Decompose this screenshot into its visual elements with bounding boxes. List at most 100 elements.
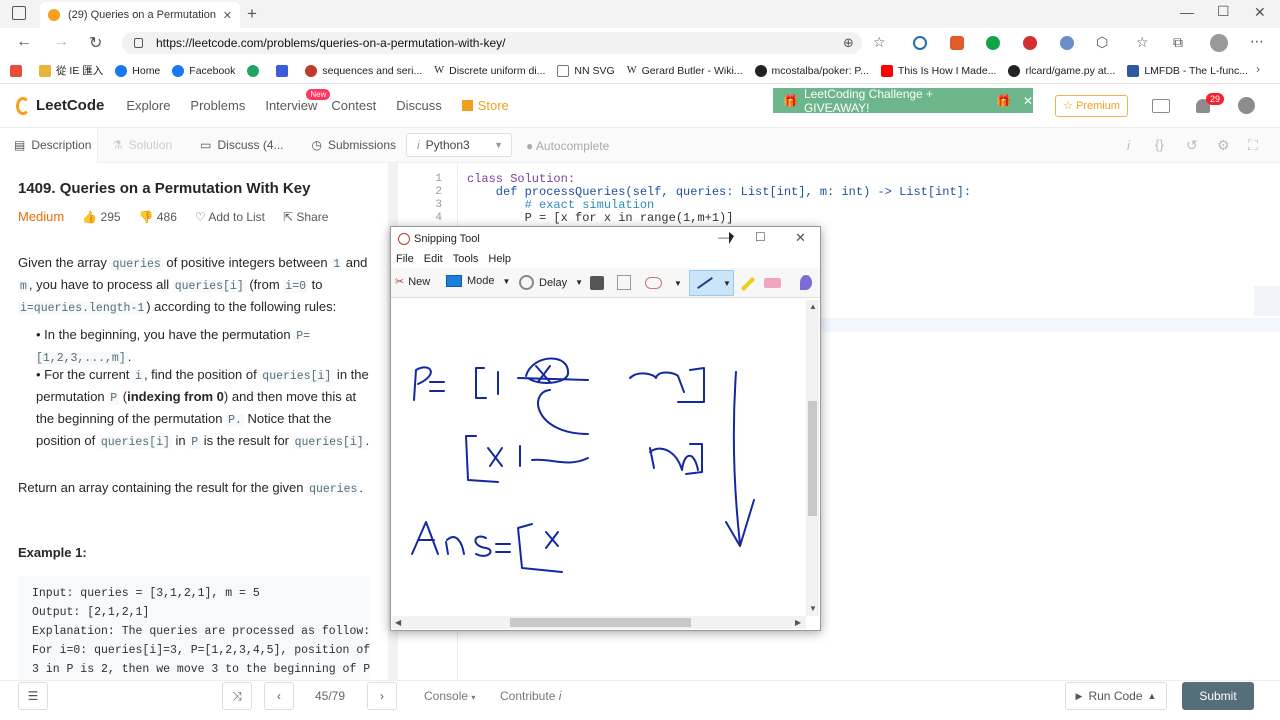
bookmark-item[interactable]: rlcard/game.py at... <box>1008 64 1115 77</box>
bookmarks-overflow-icon[interactable]: › <box>1256 62 1260 76</box>
nav-contest[interactable]: Contest <box>331 98 376 113</box>
next-problem-button[interactable]: › <box>367 682 397 710</box>
code-line[interactable]: P = [x for x in range(1,m+1)] <box>467 211 734 225</box>
leetcode-logo-text[interactable]: LeetCode <box>36 97 104 114</box>
nav-interview[interactable]: Interview New <box>265 89 331 113</box>
extension-icon[interactable] <box>913 36 927 50</box>
tab-actions-icon[interactable] <box>12 6 26 20</box>
reset-icon[interactable]: ↺ <box>1186 137 1198 154</box>
menu-help[interactable]: Help <box>488 253 511 265</box>
horizontal-scroll-thumb[interactable] <box>510 618 691 627</box>
scroll-up-icon[interactable]: ▲ <box>809 302 817 311</box>
close-window-icon[interactable]: ✕ <box>1254 4 1266 21</box>
close-banner-icon[interactable]: ✕ <box>1023 94 1033 108</box>
snip-maximize-icon[interactable]: ☐ <box>755 230 766 244</box>
challenge-banner[interactable]: 🎁 LeetCoding Challenge + GIVEAWAY! 🎁 ✕ <box>773 87 1033 115</box>
extension-icon[interactable] <box>1023 36 1037 50</box>
side-scroll-tab[interactable] <box>1254 286 1280 316</box>
user-avatar[interactable] <box>1238 97 1255 114</box>
extensions-puzzle-icon[interactable]: ⬡ <box>1096 34 1108 51</box>
snip-canvas[interactable] <box>392 300 806 616</box>
scroll-left-icon[interactable]: ◀ <box>395 618 401 627</box>
save-icon[interactable] <box>590 276 604 290</box>
dropdown-arrow-icon[interactable]: ▼ <box>723 279 731 288</box>
extension-icon[interactable] <box>986 36 1000 50</box>
tab-submissions[interactable]: ◷ Submissions <box>298 128 411 163</box>
bookmark-item[interactable] <box>10 64 27 77</box>
menu-file[interactable]: File <box>396 253 414 265</box>
info-icon[interactable]: i <box>1127 138 1130 153</box>
share-button[interactable]: ⇱ Share <box>283 210 328 224</box>
dislike-button[interactable]: 👎 486 <box>139 210 177 224</box>
bookmark-item[interactable]: This Is How I Made... <box>880 64 996 77</box>
maximize-window-icon[interactable]: ☐ <box>1217 3 1230 20</box>
console-button[interactable]: Console ▾ <box>424 689 475 703</box>
new-tab-icon[interactable]: + <box>247 4 257 24</box>
zoom-icon[interactable]: ⊕ <box>843 35 854 51</box>
contribute-button[interactable]: Contribute i <box>500 689 561 703</box>
nav-explore[interactable]: Explore <box>126 98 170 113</box>
vertical-scroll-thumb[interactable] <box>808 401 817 516</box>
bookmark-item[interactable]: 從 IE 匯入 <box>39 63 103 78</box>
snip-close-icon[interactable]: ✕ <box>795 230 806 246</box>
leetcode-logo-icon[interactable] <box>16 96 30 115</box>
prev-problem-button[interactable]: ‹ <box>264 682 294 710</box>
profile-avatar[interactable] <box>1210 34 1228 52</box>
bookmark-item[interactable]: Home <box>115 64 160 77</box>
url-input[interactable]: https://leetcode.com/problems/queries-on… <box>122 32 862 54</box>
language-select[interactable]: i Python3 ▼ <box>406 133 512 157</box>
playground-icon[interactable] <box>1152 99 1170 113</box>
bookmark-item[interactable] <box>276 64 293 77</box>
bookmark-item[interactable]: mcostalba/poker: P... <box>754 64 869 77</box>
dropdown-arrow-icon[interactable]: ▼ <box>674 279 682 288</box>
minimize-window-icon[interactable]: — <box>1180 4 1194 20</box>
menu-tools[interactable]: Tools <box>453 253 479 265</box>
braces-icon[interactable]: {} <box>1155 137 1164 152</box>
code-line[interactable]: class Solution: <box>467 172 575 186</box>
like-button[interactable]: 👍 295 <box>82 210 120 224</box>
code-line[interactable]: # exact simulation <box>467 198 655 212</box>
nav-discuss[interactable]: Discuss <box>396 98 442 113</box>
nav-problems[interactable]: Problems <box>190 98 245 113</box>
tab-solution[interactable]: ⚗ Solution <box>98 128 186 163</box>
delay-button[interactable]: Delay ▼ <box>519 275 583 290</box>
new-snip-button[interactable]: ✂ New <box>395 275 430 289</box>
extension-icon[interactable] <box>1060 36 1074 50</box>
favorite-star-icon[interactable]: ☆ <box>873 34 886 51</box>
scroll-right-icon[interactable]: ▶ <box>795 618 801 627</box>
tab-discuss[interactable]: ▭ Discuss (4... <box>186 128 297 163</box>
run-code-button[interactable]: ▶ Run Code ▲ <box>1065 682 1167 710</box>
nav-store[interactable]: Store <box>478 98 509 113</box>
fullscreen-icon[interactable]: ⛶ <box>1248 137 1258 154</box>
autocomplete-toggle[interactable]: ● Autocomplete <box>526 139 609 153</box>
settings-gear-icon[interactable]: ⚙ <box>1217 137 1230 154</box>
bookmark-item[interactable]: Facebook <box>172 64 235 77</box>
add-to-list-button[interactable]: ♡ Add to List <box>195 210 265 224</box>
paint3d-icon[interactable] <box>800 275 812 290</box>
bookmark-item[interactable]: W Discrete uniform di... <box>434 65 545 77</box>
more-menu-icon[interactable]: ⋯ <box>1250 33 1264 50</box>
bookmark-item[interactable]: NN SVG <box>557 64 615 77</box>
forward-icon[interactable]: → <box>53 33 69 51</box>
favorites-icon[interactable]: ☆ <box>1136 34 1149 51</box>
code-line[interactable]: def processQueries(self, queries: List[i… <box>467 185 971 199</box>
problem-list-button[interactable]: ☰ <box>18 682 48 710</box>
copy-icon[interactable] <box>617 275 631 290</box>
refresh-icon[interactable]: ↻ <box>89 33 102 53</box>
scroll-down-icon[interactable]: ▼ <box>809 604 817 613</box>
bookmark-item[interactable]: LMFDB - The L-func... <box>1127 64 1248 77</box>
shuffle-button[interactable]: ⤨ <box>222 682 252 710</box>
back-icon[interactable]: ← <box>16 33 32 51</box>
extension-icon[interactable] <box>950 36 964 50</box>
bookmark-item[interactable] <box>247 64 264 77</box>
bookmark-item[interactable]: sequences and seri... <box>305 64 422 77</box>
tab-description[interactable]: ▤ Description <box>0 127 98 163</box>
eraser-icon[interactable] <box>764 278 781 288</box>
send-snip-icon[interactable] <box>645 277 662 289</box>
bookmark-item[interactable]: W Gerard Butler - Wiki... <box>627 65 743 77</box>
menu-edit[interactable]: Edit <box>424 253 443 265</box>
premium-button[interactable]: ☆ Premium <box>1055 95 1128 117</box>
close-tab-icon[interactable]: ✕ <box>223 9 232 22</box>
submit-button[interactable]: Submit <box>1182 682 1254 710</box>
mode-button[interactable]: Mode ▼ <box>446 275 510 287</box>
